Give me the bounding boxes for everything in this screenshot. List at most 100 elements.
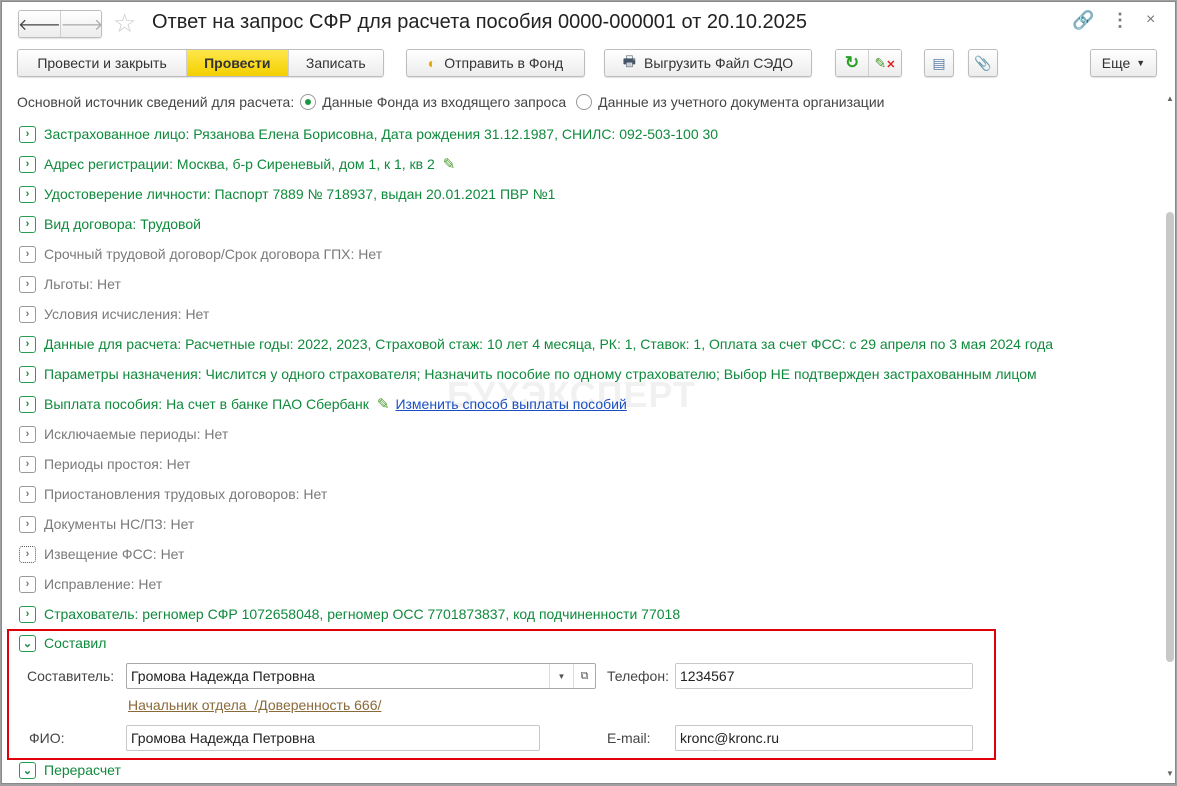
- phone-label: Телефон:: [607, 668, 669, 684]
- section-text: Выплата пособия: На счет в банке ПАО Сбе…: [44, 396, 369, 412]
- author-field[interactable]: Громова Надежда Петровна ▼ ⧉: [126, 663, 596, 689]
- phone-value: 1234567: [680, 668, 735, 684]
- chevron-right-icon[interactable]: ›: [19, 605, 36, 623]
- save-button[interactable]: Записать: [288, 50, 383, 76]
- chevron-right-icon[interactable]: ›: [19, 185, 36, 203]
- more-button[interactable]: Еще ▼: [1090, 49, 1157, 77]
- post-label: Провести: [204, 55, 271, 71]
- source-label: Основной источник сведений для расчета:: [17, 94, 295, 110]
- email-label: E-mail:: [607, 730, 651, 746]
- chevron-right-icon[interactable]: ›: [19, 425, 36, 443]
- send-to-fund-button[interactable]: ◐ Отправить в Фонд: [406, 49, 585, 77]
- chevron-right-icon[interactable]: ›: [19, 395, 36, 413]
- section-text: Льготы: Нет: [44, 276, 121, 292]
- section-row[interactable]: › Вид договора: Трудовой: [19, 214, 201, 234]
- email-field[interactable]: kronc@kronc.ru: [675, 725, 973, 751]
- section-row[interactable]: › Исправление: Нет: [19, 574, 162, 594]
- section-row[interactable]: › Срочный трудовой договор/Срок договора …: [19, 244, 382, 264]
- refresh-button[interactable]: ↻: [836, 50, 869, 76]
- fio-label: ФИО:: [29, 730, 65, 746]
- section-text: Приостановления трудовых договоров: Нет: [44, 486, 328, 502]
- scroll-down-icon[interactable]: ▼: [1166, 769, 1174, 778]
- post-and-close-button[interactable]: Провести и закрыть: [18, 50, 188, 76]
- chevron-down-icon[interactable]: ⌄: [19, 634, 36, 652]
- scrollbar-thumb[interactable]: [1166, 212, 1174, 662]
- section-row[interactable]: › Страхователь: регномер СФР 1072658048, …: [19, 604, 680, 624]
- radio-fund-data[interactable]: [300, 94, 317, 110]
- chevron-right-icon[interactable]: ›: [19, 305, 36, 323]
- back-button[interactable]: 🡐: [19, 11, 61, 37]
- chevron-right-icon[interactable]: ›: [19, 125, 36, 143]
- more-vertical-icon[interactable]: ⋮: [1111, 10, 1129, 31]
- section-row[interactable]: › Удостоверение личности: Паспорт 7889 № …: [19, 184, 555, 204]
- section-row[interactable]: › Выплата пособия: На счет в банке ПАО Сб…: [19, 394, 627, 414]
- dropdown-arrow-icon[interactable]: ▼: [549, 664, 573, 688]
- section-row[interactable]: › Данные для расчета: Расчетные годы: 202…: [19, 334, 1053, 354]
- export-sedo-button[interactable]: 🖶 Выгрузить Файл СЭДО: [604, 49, 812, 77]
- section-row[interactable]: › Параметры назначения: Числится у одного…: [19, 364, 1037, 384]
- chevron-right-icon[interactable]: ›: [19, 275, 36, 293]
- change-payment-link[interactable]: Изменить способ выплаты пособий: [395, 396, 626, 412]
- section-row[interactable]: › Периоды простоя: Нет: [19, 454, 190, 474]
- section-composed[interactable]: ⌄ Составил: [19, 633, 106, 653]
- pencil-cross-icon: ✎✕: [874, 54, 896, 71]
- chevron-right-icon[interactable]: ›: [19, 335, 36, 353]
- chevron-down-icon[interactable]: ⌄: [19, 761, 36, 779]
- close-icon[interactable]: ×: [1146, 11, 1155, 29]
- chevron-right-icon[interactable]: ›: [19, 155, 36, 173]
- paperclip-icon: 📎: [974, 54, 992, 71]
- radio-org-data[interactable]: [576, 94, 593, 110]
- section-text: Параметры назначения: Числится у одного …: [44, 366, 1037, 382]
- section-row[interactable]: › Извещение ФСС: Нет: [19, 544, 184, 564]
- arrow-right-icon: 🡒: [60, 16, 102, 34]
- save-label: Записать: [305, 55, 366, 71]
- email-value: kronc@kronc.ru: [680, 730, 780, 746]
- link-icon[interactable]: 🔗: [1072, 10, 1094, 31]
- section-text: Страхователь: регномер СФР 1072658048, р…: [44, 606, 681, 622]
- section-row[interactable]: › Застрахованное лицо: Рязанова Елена Бор…: [19, 124, 718, 144]
- section-row[interactable]: › Приостановления трудовых договоров: Нет: [19, 484, 327, 504]
- chevron-right-icon[interactable]: ›: [19, 215, 36, 233]
- arrow-left-icon: 🡐: [18, 16, 61, 34]
- chevron-right-icon[interactable]: ›: [19, 485, 36, 503]
- chevron-right-icon[interactable]: ›: [19, 545, 36, 563]
- chevron-right-icon[interactable]: ›: [19, 365, 36, 383]
- chevron-right-icon[interactable]: ›: [19, 575, 36, 593]
- fio-field[interactable]: Громова Надежда Петровна: [126, 725, 540, 751]
- nav-buttons: 🡐 🡒: [18, 10, 102, 38]
- chevron-right-icon[interactable]: ›: [19, 245, 36, 263]
- report-button[interactable]: ▤: [924, 49, 954, 77]
- post-button[interactable]: Провести: [187, 50, 289, 76]
- refresh-icon: ↻: [844, 53, 860, 72]
- attach-button[interactable]: 📎: [968, 49, 998, 77]
- section-text: Документы НС/ПЗ: Нет: [44, 516, 195, 532]
- position-link[interactable]: Начальник отдела /Доверенность 666/: [128, 697, 381, 713]
- section-text: Условия исчисления: Нет: [44, 306, 210, 322]
- document-window: 🡐 🡒 ☆ Ответ на запрос СФР для расчета по…: [1, 1, 1176, 784]
- pencil-icon[interactable]: ✎: [443, 155, 456, 173]
- section-row[interactable]: › Документы НС/ПЗ: Нет: [19, 514, 194, 534]
- chevron-right-icon[interactable]: ›: [19, 455, 36, 473]
- section-text: Исключаемые периоды: Нет: [44, 426, 229, 442]
- section-text: Адрес регистрации: Москва, б-р Сиреневый…: [44, 156, 435, 172]
- section-text: Застрахованное лицо: Рязанова Елена Бори…: [44, 126, 719, 142]
- author-value: Громова Надежда Петровна: [131, 668, 315, 684]
- pencil-icon[interactable]: ✎: [377, 395, 390, 413]
- phone-field[interactable]: 1234567: [675, 663, 973, 689]
- open-icon[interactable]: ⧉: [573, 664, 595, 688]
- section-row[interactable]: › Условия исчисления: Нет: [19, 304, 209, 324]
- section-recalc[interactable]: ⌄ Перерасчет: [19, 760, 121, 780]
- scroll-up-icon[interactable]: ▲: [1166, 94, 1174, 103]
- section-title: Перерасчет: [44, 762, 121, 778]
- radio-org-data-label[interactable]: Данные из учетного документа организации: [598, 94, 884, 110]
- clear-edit-button[interactable]: ✎✕: [869, 50, 901, 76]
- chevron-right-icon[interactable]: ›: [19, 515, 36, 533]
- vertical-scrollbar[interactable]: ▲ ▼: [1163, 94, 1176, 778]
- section-row[interactable]: › Исключаемые периоды: Нет: [19, 424, 228, 444]
- forward-button[interactable]: 🡒: [60, 11, 102, 37]
- favorite-star-icon[interactable]: ☆: [113, 8, 136, 39]
- section-row[interactable]: › Льготы: Нет: [19, 274, 121, 294]
- export-sedo-label: Выгрузить Файл СЭДО: [644, 55, 794, 71]
- section-row[interactable]: › Адрес регистрации: Москва, б-р Сиреневы…: [19, 154, 455, 174]
- radio-fund-data-label[interactable]: Данные Фонда из входящего запроса: [322, 94, 566, 110]
